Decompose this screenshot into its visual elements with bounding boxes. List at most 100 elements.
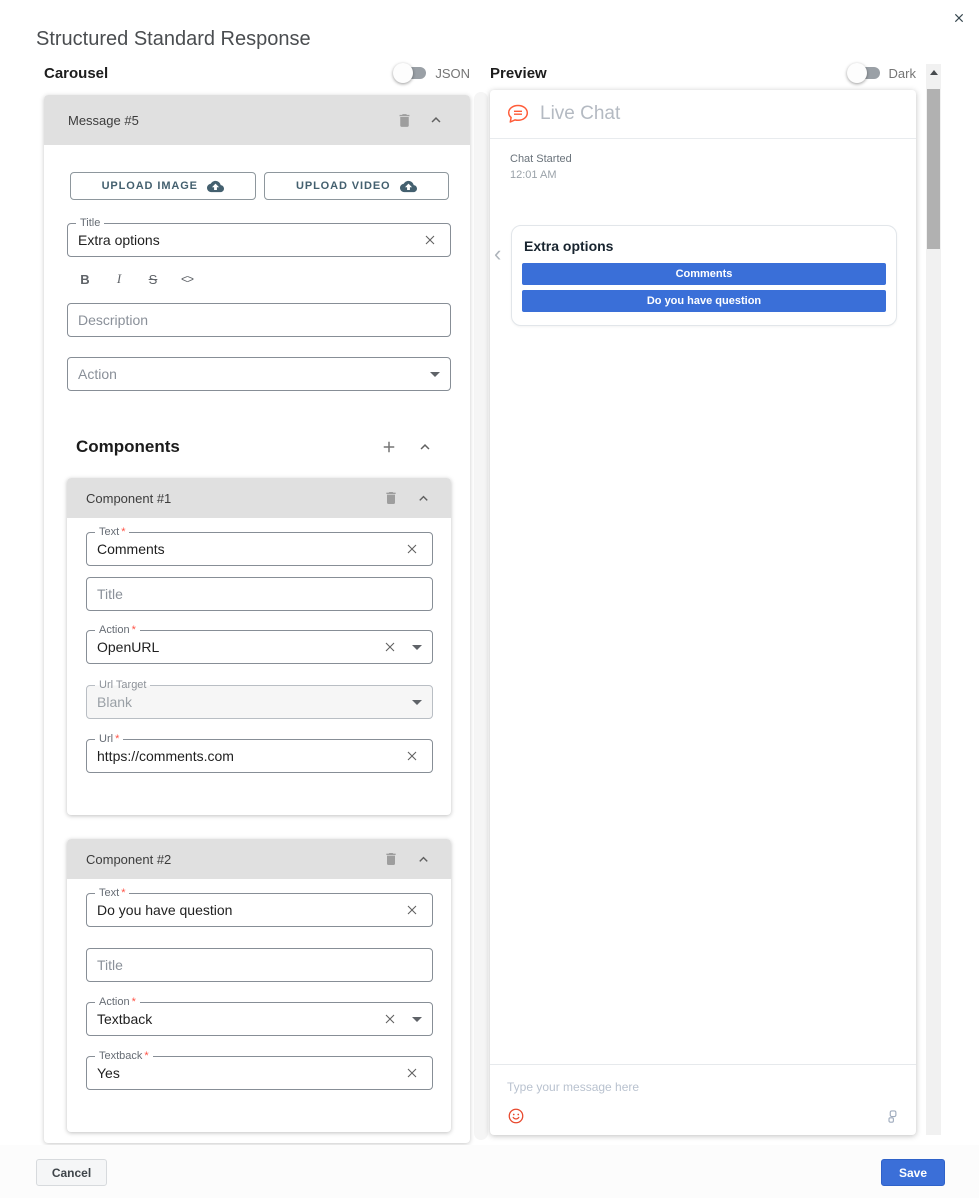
chat-started-label: Chat Started (510, 153, 896, 165)
component-1-title-input[interactable] (97, 586, 422, 602)
dark-toggle[interactable] (850, 67, 880, 79)
chat-bubble-icon (506, 102, 530, 126)
cloud-upload-icon (207, 178, 224, 195)
bold-icon[interactable]: B (74, 272, 96, 287)
component-2-text-field[interactable]: Text* (86, 893, 433, 927)
format-toolbar: B I S <> (67, 270, 451, 288)
component-1-url-input[interactable] (97, 748, 396, 764)
save-button[interactable]: Save (881, 1159, 945, 1186)
chat-body: ‹ Extra options Comments Do you have que… (490, 181, 916, 1064)
component-2-title: Component #2 (86, 852, 379, 867)
carousel-card-title: Extra options (524, 238, 884, 254)
clear-icon[interactable] (420, 230, 440, 250)
chat-widget-title: Live Chat (540, 103, 620, 125)
chat-started-time: 12:01 AM (510, 169, 896, 181)
chat-header: Live Chat (490, 90, 916, 139)
component-2-textback-input[interactable] (97, 1065, 396, 1081)
clear-icon[interactable] (402, 900, 422, 920)
chat-preview-widget: Live Chat Chat Started 12:01 AM ‹ Extra … (490, 90, 916, 1135)
component-1-action-value[interactable] (97, 639, 374, 655)
delete-component-icon[interactable] (379, 486, 403, 510)
cancel-button[interactable]: Cancel (36, 1159, 107, 1186)
field-label: Textback (99, 1050, 142, 1062)
component-1-url-target-value[interactable] (97, 694, 400, 710)
field-label: Title (80, 217, 100, 229)
component-1-url-target-select[interactable]: Url Target (86, 685, 433, 719)
collapse-components-icon[interactable] (413, 435, 437, 459)
chat-message-input[interactable] (507, 1080, 899, 1094)
json-toggle-knob (393, 63, 413, 83)
component-1-header: Component #1 (67, 478, 451, 518)
component-1-action-select[interactable]: Action* (86, 630, 433, 664)
page-title: Structured Standard Response (36, 28, 311, 51)
emoji-icon[interactable] (507, 1107, 525, 1125)
field-label: Action (99, 624, 130, 636)
cloud-upload-icon (400, 178, 417, 195)
upload-video-button[interactable]: UPLOAD VIDEO (264, 172, 450, 200)
scroll-up-arrow-icon[interactable] (926, 64, 941, 80)
clear-icon[interactable] (402, 539, 422, 559)
component-2-textback-field[interactable]: Textback* (86, 1056, 433, 1090)
component-card-1: Component #1 Text* Action* (67, 478, 451, 815)
message-action-select[interactable] (67, 357, 451, 391)
chevron-down-icon[interactable] (412, 645, 422, 650)
upload-image-button[interactable]: UPLOAD IMAGE (70, 172, 256, 200)
carousel-card-button-comments[interactable]: Comments (522, 263, 886, 285)
message-action-value[interactable] (78, 366, 418, 382)
carousel-preview-card: Extra options Comments Do you have quest… (511, 225, 897, 326)
close-icon[interactable] (949, 8, 969, 28)
dark-toggle-knob (847, 63, 867, 83)
component-2-action-select[interactable]: Action* (86, 1002, 433, 1036)
clear-icon[interactable] (380, 1009, 400, 1029)
collapse-component-icon[interactable] (411, 847, 435, 871)
component-1-title: Component #1 (86, 491, 379, 506)
carousel-prev-icon[interactable]: ‹ (494, 243, 501, 265)
preview-scrollbar[interactable] (926, 64, 941, 1135)
chevron-down-icon[interactable] (430, 372, 440, 377)
add-component-icon[interactable] (377, 435, 401, 459)
chevron-down-icon[interactable] (412, 1017, 422, 1022)
chevron-down-icon[interactable] (412, 700, 422, 705)
chat-status: Chat Started 12:01 AM (490, 139, 916, 181)
clear-icon[interactable] (380, 637, 400, 657)
preview-scrollbar-thumb[interactable] (927, 89, 940, 249)
field-label: Text (99, 526, 119, 538)
message-title-field[interactable]: Title (67, 223, 451, 257)
preview-header: Preview Dark (490, 60, 916, 86)
component-1-text-field[interactable]: Text* (86, 532, 433, 566)
clear-icon[interactable] (402, 1063, 422, 1083)
message-description-input[interactable] (78, 312, 440, 328)
delete-component-icon[interactable] (379, 847, 403, 871)
component-2-title-field[interactable] (86, 948, 433, 982)
collapse-component-icon[interactable] (411, 486, 435, 510)
delete-message-icon[interactable] (392, 108, 416, 132)
components-section-header: Components (67, 435, 451, 459)
code-icon[interactable]: <> (176, 272, 198, 286)
upload-video-label: UPLOAD VIDEO (296, 180, 391, 192)
upload-image-label: UPLOAD IMAGE (102, 180, 198, 192)
field-label: Text (99, 887, 119, 899)
attachment-icon[interactable] (884, 1109, 899, 1124)
component-1-text-input[interactable] (97, 541, 396, 557)
field-label: Action (99, 996, 130, 1008)
preview-heading: Preview (490, 65, 547, 82)
component-2-text-input[interactable] (97, 902, 396, 918)
component-1-title-field[interactable] (86, 577, 433, 611)
editor-scrollbar-track[interactable] (474, 92, 488, 1140)
collapse-message-icon[interactable] (424, 108, 448, 132)
editor-header: Carousel JSON (44, 60, 470, 86)
strikethrough-icon[interactable]: S (142, 272, 164, 287)
chat-input-area (490, 1064, 916, 1135)
component-2-action-value[interactable] (97, 1011, 374, 1027)
italic-icon[interactable]: I (108, 271, 130, 287)
field-label: Url (99, 733, 113, 745)
component-1-url-field[interactable]: Url* (86, 739, 433, 773)
message-description-field[interactable] (67, 303, 451, 337)
json-toggle-label: JSON (435, 66, 470, 81)
component-2-title-input[interactable] (97, 957, 422, 973)
clear-icon[interactable] (402, 746, 422, 766)
message-title-input[interactable] (78, 232, 414, 248)
json-toggle[interactable] (396, 67, 426, 79)
carousel-card-button-question[interactable]: Do you have question (522, 290, 886, 312)
dialog-footer: Cancel Save (0, 1145, 979, 1198)
